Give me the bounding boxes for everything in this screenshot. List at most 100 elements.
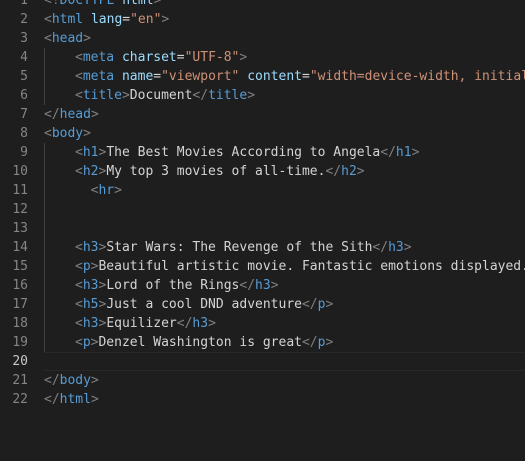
line-number: 1	[20, 0, 28, 8]
code-text[interactable]: </body>	[44, 371, 99, 390]
code-text[interactable]: <title>Document</title>	[44, 86, 255, 105]
code-line[interactable]: 20	[0, 352, 525, 371]
code-line[interactable]: 18 <h3>Equilizer</h3>	[0, 314, 525, 333]
code-token: p	[82, 259, 91, 274]
code-token: title	[208, 88, 248, 103]
code-token: Lord of the Rings	[106, 278, 240, 293]
code-text[interactable]: <p>Denzel Washington is great</p>	[44, 333, 333, 352]
code-text[interactable]: <h1>The Best Movies According to Angela<…	[44, 143, 419, 162]
code-line[interactable]: 16 <h3>Lord of the Rings</h3>	[0, 276, 525, 295]
indent-guide	[44, 143, 75, 162]
code-line[interactable]: 12	[0, 200, 525, 219]
code-line[interactable]: 10 <h2>My top 3 movies of all-time.</h2>	[0, 162, 525, 181]
code-token: h2	[82, 164, 99, 179]
indent-guide	[44, 67, 75, 86]
code-token: >	[325, 297, 334, 312]
code-token: body	[59, 373, 91, 388]
code-token: h3	[82, 316, 99, 331]
code-line[interactable]: 19 <p>Denzel Washington is great</p>	[0, 333, 525, 352]
code-text[interactable]: <hr>	[44, 181, 122, 200]
code-token: h1	[82, 145, 99, 160]
code-token: <	[75, 50, 83, 65]
line-number: 13	[12, 221, 28, 236]
code-token: html	[51, 12, 84, 27]
code-line[interactable]: 6 <title>Document</title>	[0, 86, 525, 105]
code-token: "viewport"	[161, 69, 240, 84]
code-text[interactable]: <h3>Lord of the Rings</h3>	[44, 276, 279, 295]
code-token: Star Wars: The Revenge of the Sith	[106, 240, 373, 255]
code-line[interactable]: 17 <h5>Just a cool DND adventure</p>	[0, 295, 525, 314]
code-text[interactable]	[44, 219, 75, 238]
code-token: >	[403, 240, 412, 255]
code-text[interactable]: <meta charset="UTF-8">	[44, 48, 247, 67]
code-token: title	[82, 88, 122, 103]
code-text[interactable]: <head>	[44, 29, 91, 48]
code-token: <	[75, 240, 83, 255]
code-text[interactable]	[44, 200, 75, 219]
code-token: </	[44, 373, 60, 388]
code-token: </	[176, 316, 193, 331]
code-line[interactable]: 5 <meta name="viewport" content="width=de…	[0, 67, 525, 86]
code-token: body	[51, 126, 84, 141]
code-text[interactable]: <meta name="viewport" content="width=dev…	[44, 67, 525, 86]
line-number: 10	[12, 164, 28, 179]
code-token: <	[44, 31, 52, 46]
code-token: </	[372, 240, 389, 255]
code-token: >	[325, 335, 334, 350]
code-token: >	[121, 88, 130, 103]
code-text[interactable]: <h3>Equilizer</h3>	[44, 314, 216, 333]
code-text[interactable]: <html lang="en">	[44, 10, 169, 29]
code-line[interactable]: 4 <meta charset="UTF-8">	[0, 48, 525, 67]
code-line[interactable]: 3 <head>	[0, 29, 525, 48]
code-token: My top 3 movies of all-time.	[106, 164, 326, 179]
line-number: 5	[20, 69, 28, 84]
code-token: <	[75, 316, 83, 331]
code-token: >	[83, 31, 91, 46]
code-token: h3	[82, 240, 99, 255]
code-token: >	[153, 0, 162, 8]
line-number: 17	[12, 297, 28, 312]
code-token: </	[239, 278, 256, 293]
code-token: h1	[395, 145, 412, 160]
code-line[interactable]: 9 <h1>The Best Movies According to Angela…	[0, 143, 525, 162]
code-line[interactable]: 14 <h3 > Star Wars: The Revenge of the Sith…	[0, 238, 525, 257]
code-token: content	[247, 69, 303, 84]
code-line[interactable]: 8 <body>	[0, 124, 525, 143]
code-token: >	[239, 50, 248, 65]
line-number: 9	[20, 145, 28, 160]
code-token: </	[301, 335, 318, 350]
code-text[interactable]: <body>	[44, 124, 91, 143]
code-line[interactable]: 11 <hr>	[0, 181, 525, 200]
indent-guide	[44, 162, 75, 181]
code-token: <	[75, 69, 83, 84]
code-line[interactable]: 22 </html>	[0, 390, 525, 409]
code-line[interactable]: 1 <!DOCTYPE html>	[0, 0, 525, 10]
code-token: meta	[82, 50, 115, 65]
code-token: >	[208, 316, 216, 331]
code-text[interactable]: <!DOCTYPE html>	[44, 0, 161, 10]
code-token: </	[44, 392, 60, 407]
code-text[interactable]: <h3 > Star Wars: The Revenge of the Sith</…	[44, 238, 412, 257]
code-token: <	[44, 126, 52, 141]
code-token: >	[411, 145, 420, 160]
code-lines[interactable]: 1 <!DOCTYPE html> 2 <html lang="en"> 3 <head>…	[0, 0, 525, 409]
code-line[interactable]: 2 <html lang="en">	[0, 10, 525, 29]
code-line[interactable]: 13	[0, 219, 525, 238]
code-token: </	[380, 145, 396, 160]
code-token: =	[176, 50, 185, 65]
code-line[interactable]: 21 </body>	[0, 371, 525, 390]
code-token: Equilizer	[106, 316, 177, 331]
indent-guide	[44, 295, 75, 314]
code-text[interactable]: </head>	[44, 105, 99, 124]
code-text[interactable]: <p>Beautiful artistic movie. Fantastic e…	[44, 257, 525, 276]
code-text[interactable]: <h5>Just a cool DND adventure</p>	[44, 295, 333, 314]
code-text[interactable]: <h2>My top 3 movies of all-time.</h2>	[44, 162, 365, 181]
line-number: 14	[12, 240, 28, 255]
code-token: "width=device-width, initial-	[309, 69, 525, 84]
code-line[interactable]: 15 <p>Beautiful artistic movie. Fantastic…	[0, 257, 525, 276]
code-line[interactable]: 7 </head>	[0, 105, 525, 124]
code-editor[interactable]: 1 <!DOCTYPE html> 2 <html lang="en"> 3 <head>…	[0, 0, 525, 461]
code-text[interactable]: </html>	[44, 390, 99, 409]
